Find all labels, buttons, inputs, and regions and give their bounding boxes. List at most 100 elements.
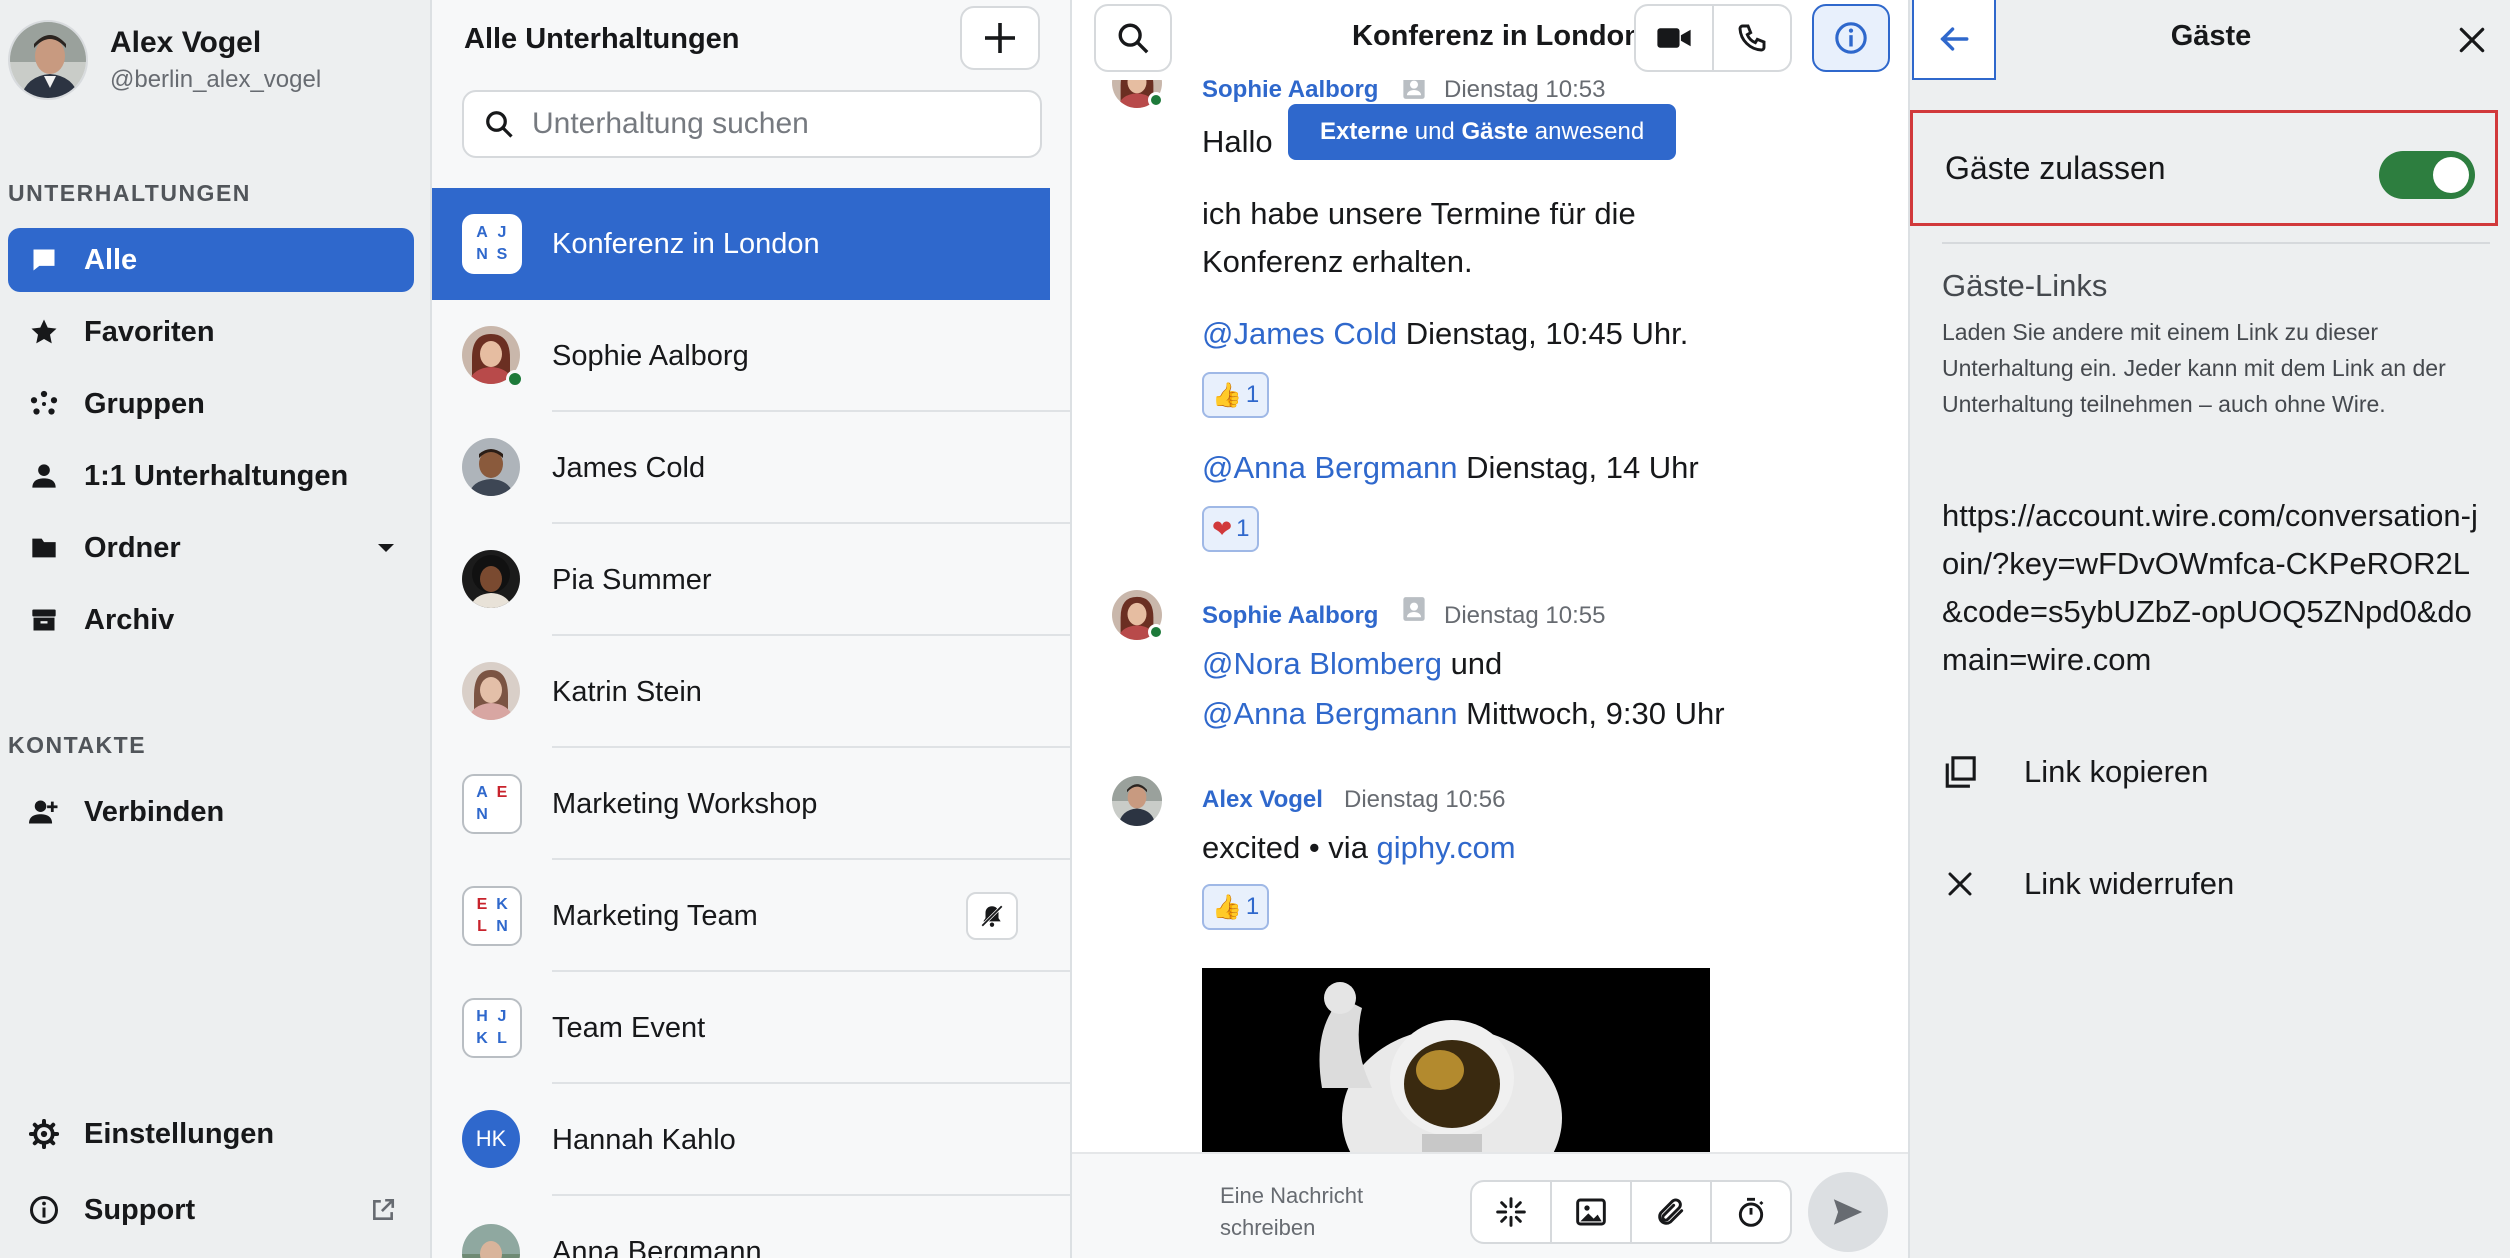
info-icon	[1835, 22, 1867, 54]
sidebar-item-favorites[interactable]: Favoriten	[8, 300, 414, 364]
avatar	[462, 662, 522, 722]
sidebar-item-label: Gruppen	[84, 387, 205, 420]
group-avatar: AJ NS	[462, 214, 522, 274]
guest-links-description: Laden Sie andere mit einem Link zu diese…	[1942, 319, 2446, 417]
sidebar-item-folders[interactable]: Ordner	[8, 516, 414, 580]
conversation-label: Sophie Aalborg	[552, 339, 749, 372]
conversation-item-sophie[interactable]: Sophie Aalborg	[432, 300, 1070, 412]
sidebar-item-label: Einstellungen	[84, 1117, 275, 1150]
message-input[interactable]	[1220, 1180, 1420, 1244]
message-sender[interactable]: Sophie Aalborg	[1202, 602, 1378, 630]
message-sender[interactable]: Sophie Aalborg	[1202, 80, 1378, 104]
sidebar-item-connect[interactable]: Verbinden	[8, 780, 414, 844]
list-title: Alle Unterhaltungen	[464, 23, 740, 55]
mention-link[interactable]: @Anna Bergmann	[1202, 450, 1458, 485]
conversation-item-katrin[interactable]: Katrin Stein	[432, 636, 1070, 748]
message-sender[interactable]: Alex Vogel	[1202, 786, 1323, 814]
conversation-details-button[interactable]	[1812, 4, 1890, 72]
sidebar-item-all[interactable]: Alle	[8, 228, 414, 292]
sidebar-item-settings[interactable]: Einstellungen	[8, 1102, 414, 1166]
conversation-item-hannah[interactable]: HK Hannah Kahlo	[432, 1084, 1070, 1196]
avatar: HK	[462, 1110, 522, 1170]
video-call-button[interactable]	[1634, 4, 1714, 72]
gif-image[interactable]	[1202, 968, 1710, 1152]
person-icon	[24, 462, 64, 490]
conversation-item-james[interactable]: James Cold	[432, 412, 1070, 524]
timed-message-button[interactable]	[1712, 1182, 1790, 1242]
sidebar-item-support[interactable]: Support	[8, 1178, 414, 1242]
avatar	[462, 1224, 522, 1258]
new-conversation-button[interactable]	[960, 6, 1040, 70]
conversation-label: Anna Bergmann	[552, 1236, 762, 1258]
guest-badge-icon	[1403, 80, 1425, 99]
copy-link-button[interactable]: Link kopieren	[1942, 742, 2208, 802]
chat-header: Konferenz in London	[1072, 0, 1908, 80]
online-status-dot	[506, 370, 524, 388]
guest-badge-icon	[1403, 597, 1425, 621]
folder-icon	[24, 534, 64, 562]
search-input[interactable]	[532, 107, 1012, 141]
sidebar-item-archive[interactable]: Archiv	[8, 588, 414, 652]
mention-link[interactable]: @Anna Bergmann	[1202, 696, 1458, 731]
conversation-item-pia[interactable]: Pia Summer	[432, 524, 1070, 636]
groups-icon	[24, 389, 64, 419]
sidebar-item-one-to-one[interactable]: 1:1 Unterhaltungen	[8, 444, 414, 508]
message-time: Dienstag 10:55	[1444, 602, 1606, 629]
conversation-item-marketing-workshop[interactable]: AE N Marketing Workshop	[432, 748, 1070, 860]
bell-off-icon	[981, 905, 1003, 927]
giphy-link[interactable]: giphy.com	[1377, 830, 1516, 865]
online-status-dot	[1148, 92, 1164, 108]
conversation-label: Team Event	[552, 1011, 706, 1044]
revoke-link-button[interactable]: Link widerrufen	[1942, 854, 2234, 914]
video-camera-icon	[1657, 28, 1691, 48]
allow-guests-label: Gäste zulassen	[1945, 149, 2166, 186]
panel-header: Gäste	[1910, 0, 2510, 80]
avatar[interactable]	[1112, 776, 1162, 826]
muted-bell-button[interactable]	[966, 892, 1018, 940]
profile-handle: @berlin_alex_vogel	[110, 66, 322, 93]
image-icon	[1576, 1198, 1606, 1226]
close-button[interactable]	[2450, 18, 2494, 62]
guests-present-banner: Externe und Gäste anwesend	[1288, 104, 1677, 160]
reaction-heart[interactable]: ❤ 1	[1202, 506, 1260, 552]
profile-name: Alex Vogel	[110, 26, 262, 59]
close-icon	[2459, 27, 2485, 53]
conversation-item-konferenz[interactable]: AJ NS Konferenz in London	[432, 188, 1050, 300]
message-text: ich habe unsere Termine für die Konferen…	[1202, 196, 1636, 279]
phone-icon	[1738, 24, 1766, 52]
conversation-label: Katrin Stein	[552, 675, 702, 708]
reaction-thumbs-up[interactable]: 👍 1	[1202, 372, 1270, 418]
send-button[interactable]	[1808, 1172, 1888, 1252]
mention-link[interactable]: @James Cold	[1202, 316, 1397, 351]
info-icon	[24, 1195, 64, 1225]
sidebar-item-groups[interactable]: Gruppen	[8, 372, 414, 436]
search-button[interactable]	[1094, 4, 1172, 72]
external-link-icon	[370, 1178, 396, 1242]
file-attach-button[interactable]	[1632, 1182, 1712, 1242]
mention-link[interactable]: @Nora Blomberg	[1202, 646, 1442, 681]
profile[interactable]: Alex Vogel @berlin_alex_vogel	[8, 20, 321, 100]
arrow-left-icon	[1940, 27, 1969, 51]
conversation-search[interactable]	[462, 90, 1042, 158]
back-button[interactable]	[1912, 0, 1996, 80]
image-upload-button[interactable]	[1552, 1182, 1632, 1242]
message-text: @Nora Blomberg und	[1202, 646, 1503, 681]
guest-link-url[interactable]: https://account.wire.com/conversation-jo…	[1942, 492, 2482, 684]
avatar	[462, 550, 522, 610]
conversation-item-marketing-team[interactable]: EK LN Marketing Team	[432, 860, 1070, 972]
allow-guests-toggle[interactable]	[2379, 151, 2475, 199]
chevron-down-icon[interactable]	[376, 516, 396, 580]
send-icon	[1833, 1199, 1863, 1225]
avatar[interactable]	[8, 20, 88, 100]
sidebar-item-label: Ordner	[84, 531, 181, 564]
conversation-item-team-event[interactable]: HJ KL Team Event	[432, 972, 1070, 1084]
message-text: @Anna Bergmann Mittwoch, 9:30 Uhr	[1202, 696, 1725, 731]
giphy-button[interactable]	[1472, 1182, 1552, 1242]
allow-guests-setting: Gäste zulassen	[1910, 110, 2498, 226]
reaction-thumbs-up[interactable]: 👍 1	[1202, 884, 1270, 930]
sidebar-item-label: Verbinden	[84, 795, 225, 828]
conversation-item-anna[interactable]: Anna Bergmann	[432, 1196, 1050, 1258]
audio-call-button[interactable]	[1712, 4, 1792, 72]
guest-links-heading: Gäste-Links	[1942, 268, 2108, 303]
sidebar-item-label: Archiv	[84, 603, 175, 636]
